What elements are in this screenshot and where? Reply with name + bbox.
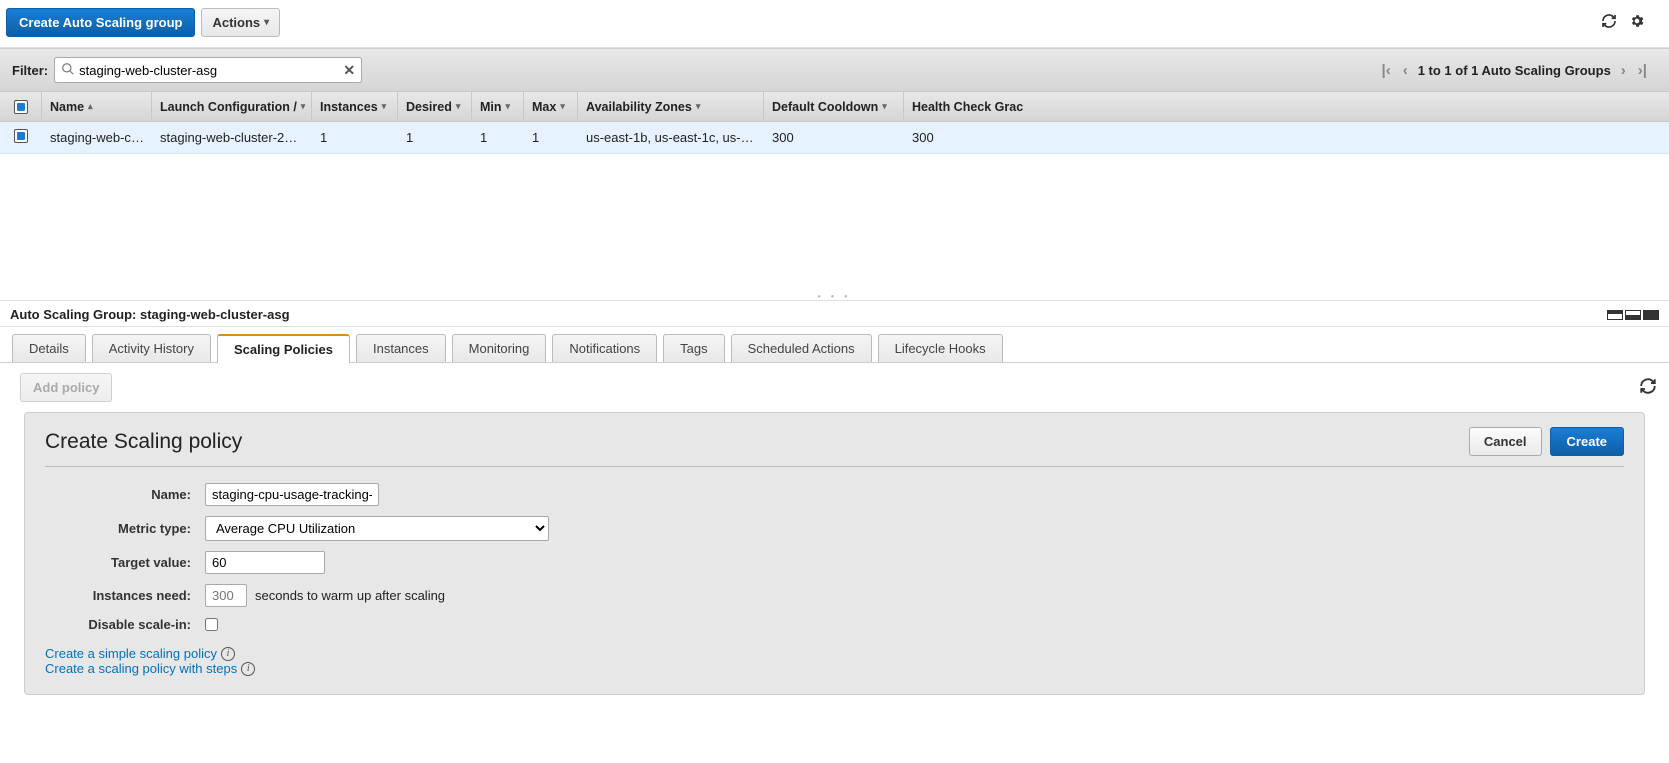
metric-type-label: Metric type: bbox=[85, 521, 205, 536]
chevron-down-icon: ▾ bbox=[882, 101, 887, 112]
top-toolbar: Create Auto Scaling group Actions ▾ bbox=[0, 0, 1669, 48]
filter-label: Filter: bbox=[12, 63, 48, 78]
table-header: Name▴ Launch Configuration /▾ Instances▾… bbox=[0, 92, 1669, 122]
cell-cooldown: 300 bbox=[764, 130, 904, 145]
step-scaling-link[interactable]: Create a scaling policy with steps i bbox=[45, 661, 255, 676]
cell-az: us-east-1b, us-east-1c, us-e… bbox=[578, 130, 764, 145]
panel-title-name: staging-web-cluster-asg bbox=[140, 307, 290, 322]
cell-launch-config: staging-web-cluster-20… bbox=[152, 130, 312, 145]
policy-name-input[interactable] bbox=[205, 483, 379, 506]
create-button[interactable]: Create bbox=[1550, 427, 1624, 456]
tab-notifications[interactable]: Notifications bbox=[552, 334, 657, 362]
info-icon[interactable]: i bbox=[241, 662, 255, 676]
col-name[interactable]: Name▴ bbox=[42, 92, 152, 121]
cell-instances: 1 bbox=[312, 130, 398, 145]
cell-desired: 1 bbox=[398, 130, 472, 145]
chevron-down-icon: ▾ bbox=[560, 101, 565, 112]
pager-prev-icon[interactable]: ‹ bbox=[1401, 62, 1410, 79]
pager-next-icon[interactable]: › bbox=[1619, 62, 1628, 79]
actions-label: Actions bbox=[212, 15, 260, 30]
create-scaling-policy-panel: Create Scaling policy Cancel Create Name… bbox=[24, 412, 1645, 695]
panel-half-icon[interactable] bbox=[1625, 310, 1641, 320]
tab-scheduled-actions[interactable]: Scheduled Actions bbox=[731, 334, 872, 362]
cell-max: 1 bbox=[524, 130, 578, 145]
tab-instances[interactable]: Instances bbox=[356, 334, 446, 362]
pager-last-icon[interactable]: ›| bbox=[1636, 62, 1649, 79]
cell-min: 1 bbox=[472, 130, 524, 145]
add-policy-button: Add policy bbox=[20, 373, 112, 402]
cell-health-check: 300 bbox=[904, 130, 1024, 145]
col-instances[interactable]: Instances▾ bbox=[312, 92, 398, 121]
warmup-suffix: seconds to warm up after scaling bbox=[255, 588, 445, 603]
clear-icon[interactable]: ✕ bbox=[343, 62, 355, 79]
col-launch-config[interactable]: Launch Configuration /▾ bbox=[152, 92, 312, 121]
sort-asc-icon: ▴ bbox=[88, 101, 93, 112]
disable-scalein-label: Disable scale-in: bbox=[85, 617, 205, 632]
cancel-button[interactable]: Cancel bbox=[1469, 427, 1542, 456]
tab-lifecycle-hooks[interactable]: Lifecycle Hooks bbox=[878, 334, 1003, 362]
tab-monitoring[interactable]: Monitoring bbox=[452, 334, 547, 362]
select-all-header[interactable] bbox=[0, 92, 42, 121]
col-health-check[interactable]: Health Check Grac▾ bbox=[904, 92, 1024, 121]
checkbox-icon[interactable] bbox=[14, 100, 28, 114]
chevron-down-icon: ▾ bbox=[382, 101, 387, 112]
tab-tags[interactable]: Tags bbox=[663, 334, 724, 362]
col-az[interactable]: Availability Zones▾ bbox=[578, 92, 764, 121]
pager-first-icon[interactable]: |‹ bbox=[1380, 62, 1393, 79]
chevron-down-icon: ▾ bbox=[301, 101, 306, 112]
chevron-down-icon: ▾ bbox=[264, 17, 269, 28]
filter-bar: Filter: ✕ |‹ ‹ 1 to 1 of 1 Auto Scaling … bbox=[0, 48, 1669, 92]
warmup-seconds-input[interactable] bbox=[205, 584, 247, 607]
col-max[interactable]: Max▾ bbox=[524, 92, 578, 121]
instances-need-label: Instances need: bbox=[85, 588, 205, 603]
policy-toolbar: Add policy bbox=[0, 363, 1669, 408]
refresh-icon[interactable] bbox=[1639, 377, 1657, 398]
simple-scaling-link[interactable]: Create a simple scaling policy i bbox=[45, 646, 235, 661]
table-row[interactable]: staging-web-cl… staging-web-cluster-20… … bbox=[0, 122, 1669, 154]
tab-details[interactable]: Details bbox=[12, 334, 86, 362]
chevron-down-icon: ▾ bbox=[506, 101, 511, 112]
col-min[interactable]: Min▾ bbox=[472, 92, 524, 121]
panel-minimize-icon[interactable] bbox=[1607, 310, 1623, 320]
pager-text: 1 to 1 of 1 Auto Scaling Groups bbox=[1418, 63, 1611, 78]
search-box[interactable]: ✕ bbox=[54, 57, 362, 83]
details-panel-header: Auto Scaling Group: staging-web-cluster-… bbox=[0, 300, 1669, 327]
tab-activity-history[interactable]: Activity History bbox=[92, 334, 211, 362]
name-label: Name: bbox=[85, 487, 205, 502]
chevron-down-icon: ▾ bbox=[456, 101, 461, 112]
panel-full-icon[interactable] bbox=[1643, 310, 1659, 320]
chevron-down-icon: ▾ bbox=[696, 101, 701, 112]
gear-icon[interactable] bbox=[1629, 13, 1645, 32]
col-cooldown[interactable]: Default Cooldown▾ bbox=[764, 92, 904, 121]
disable-scalein-checkbox[interactable] bbox=[205, 618, 218, 631]
row-checkbox[interactable] bbox=[14, 129, 28, 143]
cell-name: staging-web-cl… bbox=[42, 130, 152, 145]
info-icon[interactable]: i bbox=[221, 647, 235, 661]
target-value-label: Target value: bbox=[85, 555, 205, 570]
create-asg-button[interactable]: Create Auto Scaling group bbox=[6, 8, 195, 37]
search-icon bbox=[61, 62, 75, 79]
actions-dropdown[interactable]: Actions ▾ bbox=[201, 8, 280, 37]
target-value-input[interactable] bbox=[205, 551, 325, 574]
metric-type-select[interactable]: Average CPU Utilization bbox=[205, 516, 549, 541]
form-heading: Create Scaling policy bbox=[45, 430, 242, 454]
tabs-row: Details Activity History Scaling Policie… bbox=[0, 327, 1669, 363]
tab-scaling-policies[interactable]: Scaling Policies bbox=[217, 334, 350, 363]
col-desired[interactable]: Desired▾ bbox=[398, 92, 472, 121]
panel-title-prefix: Auto Scaling Group: bbox=[10, 307, 140, 322]
refresh-icon[interactable] bbox=[1601, 13, 1617, 32]
search-input[interactable] bbox=[75, 63, 343, 78]
